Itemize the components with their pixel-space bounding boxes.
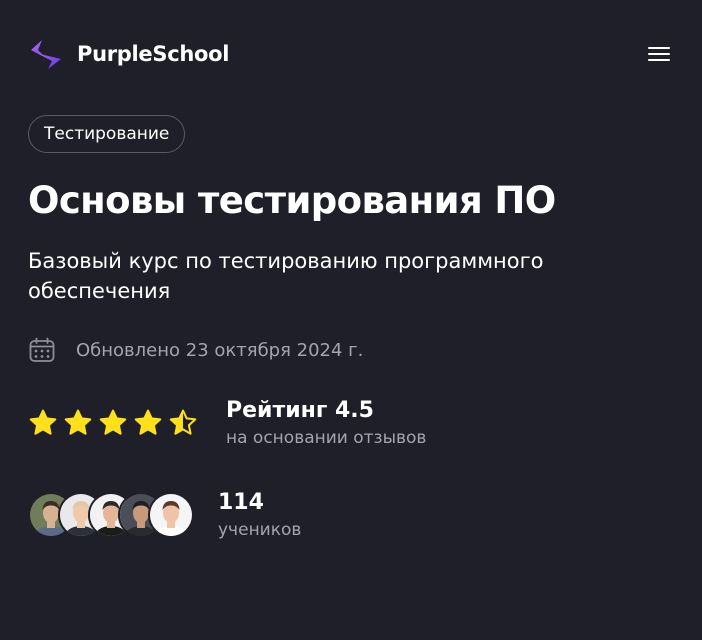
student-avatars <box>28 492 194 538</box>
rating-block: Рейтинг 4.5 на основании отзывов <box>28 396 426 450</box>
students-info: 114 учеников <box>218 488 301 542</box>
students-count: 114 <box>218 490 264 515</box>
hamburger-menu-icon[interactable] <box>648 45 670 63</box>
site-header: PurpleSchool <box>28 32 674 76</box>
course-title: Основы тестирования ПО <box>28 179 556 222</box>
rating-info: Рейтинг 4.5 на основании отзывов <box>226 396 426 450</box>
calendar-icon <box>29 337 55 362</box>
student-avatar-5 <box>148 492 194 538</box>
logo[interactable]: PurpleSchool <box>28 36 229 72</box>
students-label: учеников <box>218 520 302 540</box>
course-subtitle: Базовый курс по тестированию программног… <box>28 249 544 303</box>
updated-info: Обновлено 23 октября 2024 г. <box>28 335 363 365</box>
star-full-icon <box>134 409 162 435</box>
students-block: 114 учеников <box>28 488 301 542</box>
rating-stars <box>28 408 203 438</box>
star-full-icon <box>29 409 57 435</box>
rating-value: Рейтинг 4.5 <box>226 398 374 423</box>
star-full-icon <box>64 409 92 435</box>
star-full-icon <box>99 409 127 435</box>
star-half-icon <box>169 409 197 435</box>
brand-name: PurpleSchool <box>77 42 230 66</box>
rating-note: на основании отзывов <box>226 428 427 448</box>
logo-icon <box>31 40 61 69</box>
category-tag[interactable]: Тестирование <box>28 115 186 153</box>
updated-date: Обновлено 23 октября 2024 г. <box>76 339 364 361</box>
